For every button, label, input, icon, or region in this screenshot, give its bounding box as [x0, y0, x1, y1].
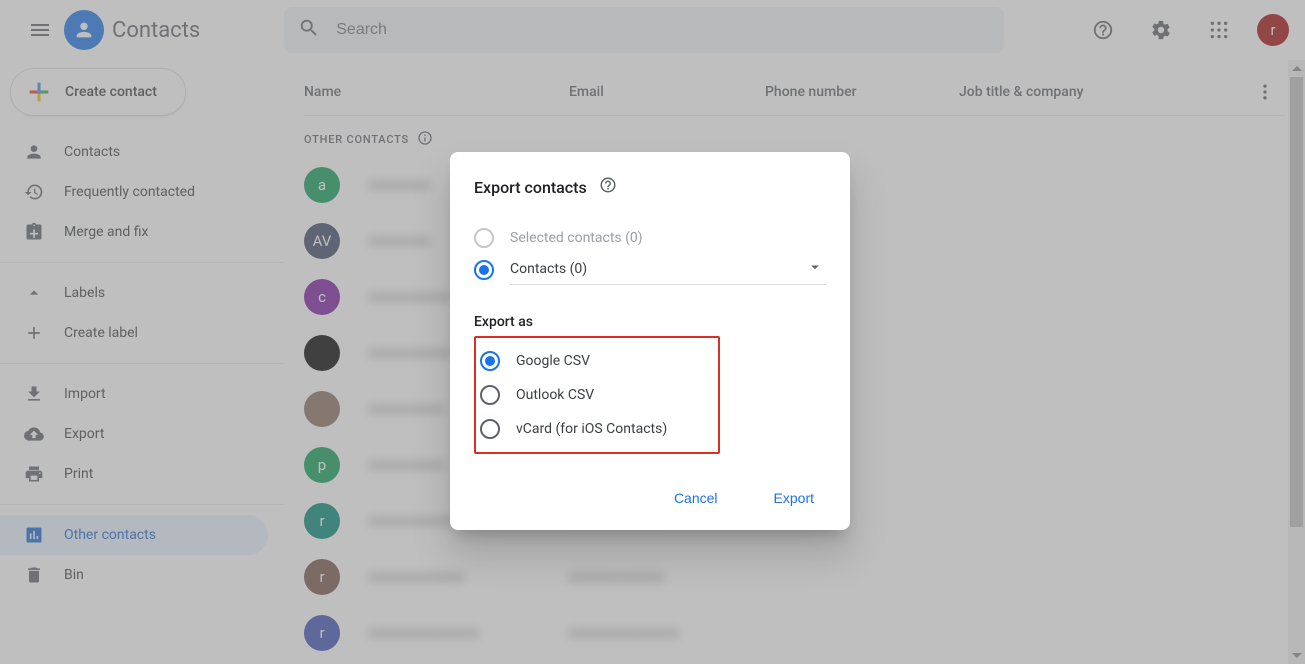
export-as-label: Export as [474, 314, 826, 330]
export-dialog: Export contacts Selected contacts (0) Co… [450, 152, 850, 530]
radio-icon [474, 228, 494, 248]
contacts-dropdown[interactable]: Contacts (0) [510, 256, 826, 285]
chevron-down-icon [806, 258, 824, 280]
format-label: Outlook CSV [516, 387, 594, 403]
format-options-highlight: Google CSV Outlook CSV vCard (for iOS Co… [474, 336, 720, 454]
option-label: Contacts (0) [510, 261, 587, 277]
format-google-csv[interactable]: Google CSV [480, 344, 714, 378]
help-icon[interactable] [599, 176, 617, 198]
option-all-contacts[interactable]: Contacts (0) [474, 254, 826, 286]
radio-icon[interactable] [474, 260, 494, 280]
radio-icon[interactable] [480, 419, 500, 439]
format-label: Google CSV [516, 353, 590, 369]
option-label: Selected contacts (0) [510, 230, 643, 246]
format-vcard[interactable]: vCard (for iOS Contacts) [480, 412, 714, 446]
export-button[interactable]: Export [762, 482, 826, 514]
format-label: vCard (for iOS Contacts) [516, 421, 667, 437]
radio-icon[interactable] [480, 385, 500, 405]
option-selected-contacts: Selected contacts (0) [474, 222, 826, 254]
format-outlook-csv[interactable]: Outlook CSV [480, 378, 714, 412]
cancel-button[interactable]: Cancel [662, 482, 730, 514]
dialog-title: Export contacts [474, 178, 587, 197]
radio-icon[interactable] [480, 351, 500, 371]
